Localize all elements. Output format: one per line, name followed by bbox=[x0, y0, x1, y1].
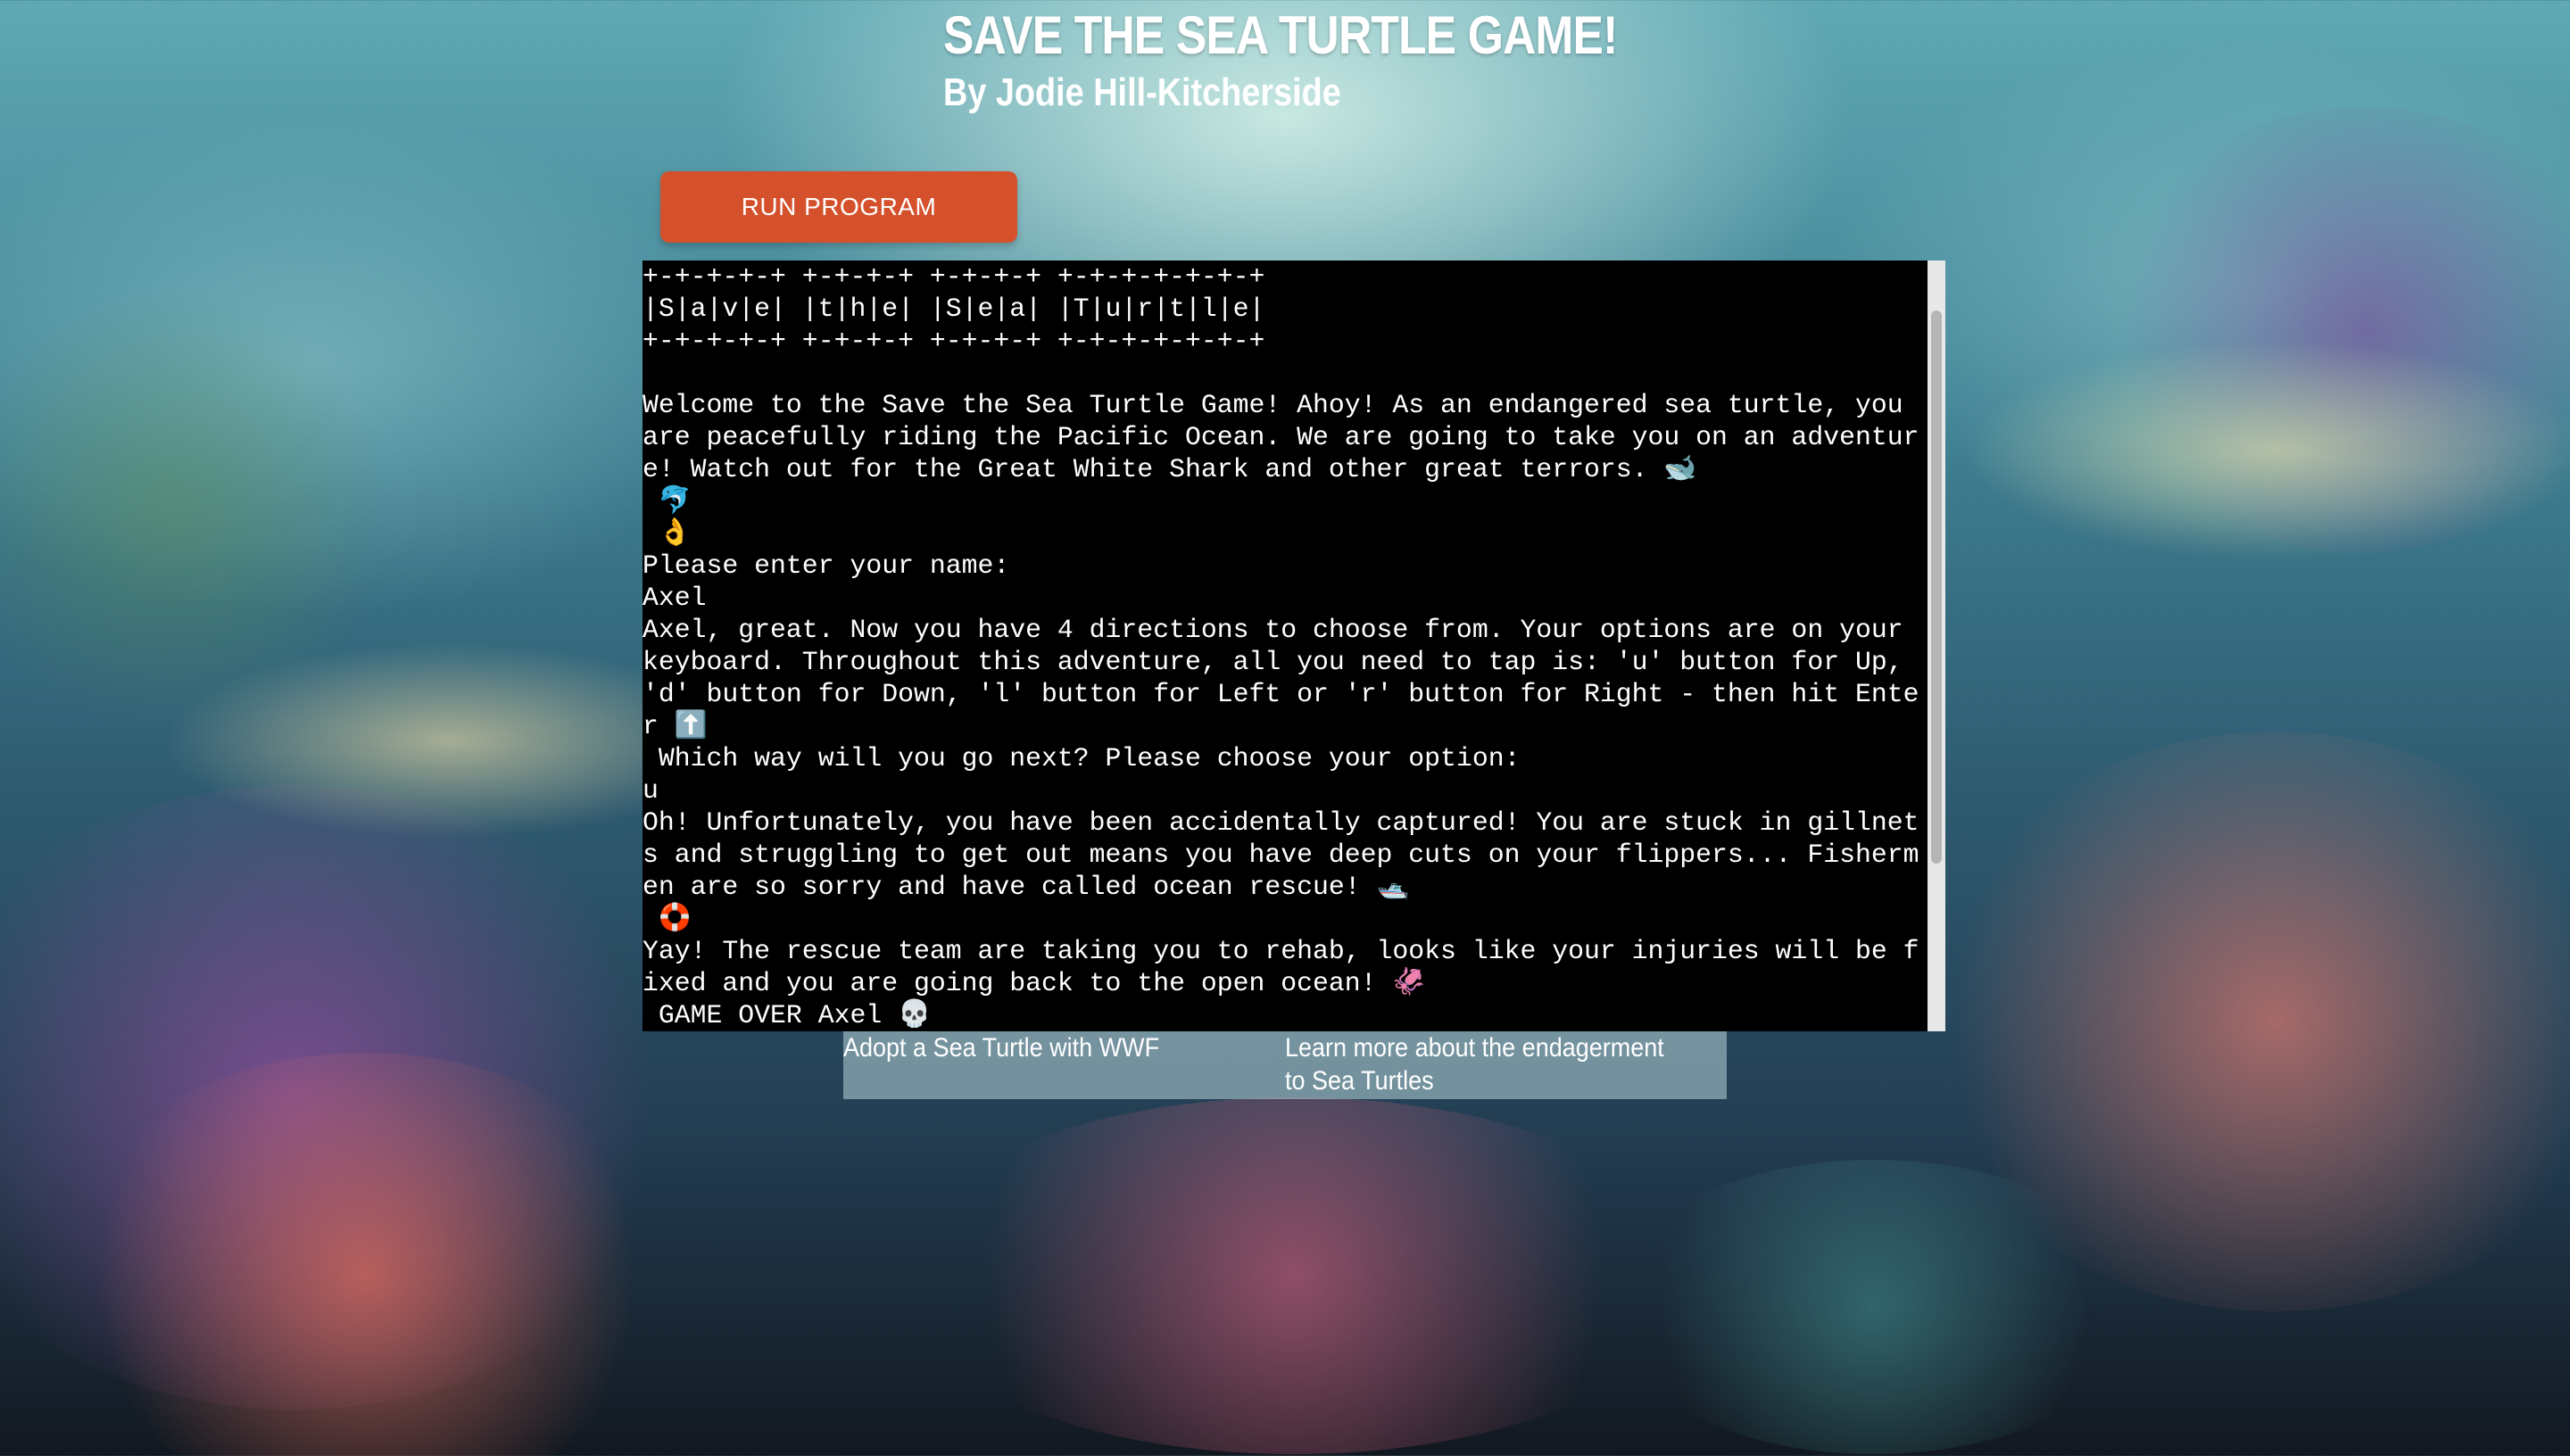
terminal-line: 🛟 bbox=[642, 904, 692, 934]
page-subtitle: By Jodie Hill-Kitcherside bbox=[943, 70, 1341, 114]
page-title: SAVE THE SEA TURTLE GAME! bbox=[943, 5, 1618, 65]
scrollbar-thumb[interactable] bbox=[1931, 310, 1942, 864]
terminal-line: Oh! Unfortunately, you have been acciden… bbox=[642, 807, 1919, 838]
terminal-line: Welcome to the Save the Sea Turtle Game!… bbox=[642, 390, 1903, 420]
terminal-scrollbar[interactable] bbox=[1928, 261, 1945, 1031]
terminal-line: 🐬 bbox=[642, 486, 692, 517]
terminal-line: +-+-+-+-+ +-+-+-+ +-+-+-+ +-+-+-+-+-+-+ bbox=[642, 326, 1265, 356]
terminal-line: s and struggling to get out means you ha… bbox=[642, 840, 1919, 870]
terminal-line: Please enter your name: bbox=[642, 550, 1010, 581]
terminal-line: keyboard. Throughout this adventure, all… bbox=[642, 647, 1903, 677]
terminal-line: r ⬆️ bbox=[642, 711, 708, 741]
terminal-line: Axel, great. Now you have 4 directions t… bbox=[642, 615, 1903, 645]
footer-links: Adopt a Sea Turtle with WWF Learn more a… bbox=[843, 1031, 1727, 1099]
terminal-line: u bbox=[642, 775, 659, 806]
terminal-line: ixed and you are going back to the open … bbox=[642, 968, 1426, 998]
terminal-line: e! Watch out for the Great White Shark a… bbox=[642, 454, 1697, 484]
terminal-line: are peacefully riding the Pacific Ocean.… bbox=[642, 422, 1919, 452]
terminal-line: 👌 bbox=[642, 518, 692, 549]
terminal-line: 'd' button for Down, 'l' button for Left… bbox=[642, 679, 1919, 709]
terminal-line: en are so sorry and have called ocean re… bbox=[642, 872, 1410, 902]
run-program-button[interactable]: RUN PROGRAM bbox=[660, 171, 1017, 243]
terminal-window[interactable]: +-+-+-+-+ +-+-+-+ +-+-+-+ +-+-+-+-+-+-+ … bbox=[642, 261, 1945, 1031]
terminal-line: Axel bbox=[642, 583, 707, 613]
adopt-turtle-link[interactable]: Adopt a Sea Turtle with WWF bbox=[843, 1031, 1159, 1064]
terminal-line: |S|a|v|e| |t|h|e| |S|e|a| |T|u|r|t|l|e| bbox=[642, 294, 1265, 324]
terminal-line: GAME OVER Axel 💀 bbox=[642, 1000, 932, 1030]
learn-more-link[interactable]: Learn more about the endagerment to Sea … bbox=[1285, 1031, 1687, 1097]
terminal-output: +-+-+-+-+ +-+-+-+ +-+-+-+ +-+-+-+-+-+-+ … bbox=[642, 261, 1945, 1031]
terminal-line: Which way will you go next? Please choos… bbox=[642, 743, 1521, 774]
terminal-line: Yay! The rescue team are taking you to r… bbox=[642, 936, 1919, 966]
terminal-line: +-+-+-+-+ +-+-+-+ +-+-+-+ +-+-+-+-+-+-+ bbox=[642, 261, 1265, 292]
